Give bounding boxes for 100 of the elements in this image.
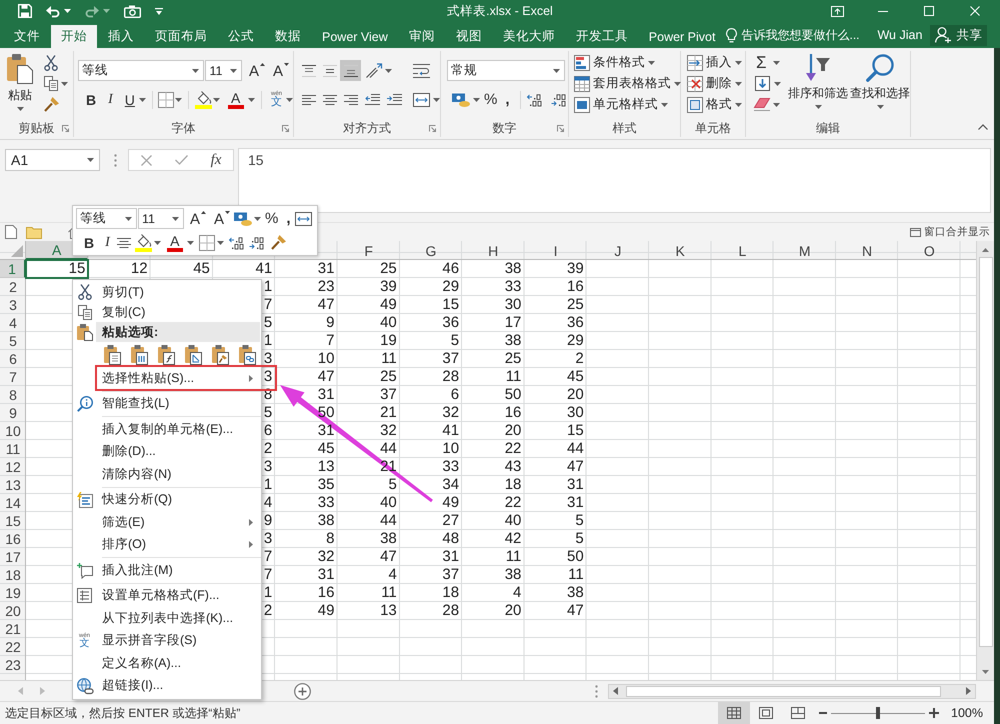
up-arrow-box-icon[interactable]: [830, 6, 844, 16]
format-button[interactable]: 格式: [687, 94, 745, 115]
row-header[interactable]: 23: [0, 656, 26, 674]
document-icon[interactable]: [5, 225, 17, 239]
column-header[interactable]: H: [462, 241, 524, 260]
caret-icon[interactable]: [87, 158, 94, 162]
decrease-decimal-icon[interactable]: [550, 94, 567, 106]
bold-button[interactable]: B: [82, 90, 100, 110]
caret-icon[interactable]: [103, 9, 110, 13]
borders-icon[interactable]: [158, 92, 174, 108]
row-header[interactable]: 2: [0, 278, 26, 296]
number-format-dropdown[interactable]: 常规: [447, 60, 565, 81]
filled-box-icon[interactable]: [574, 96, 590, 112]
caret-icon[interactable]: [735, 60, 742, 64]
ribbon-tab[interactable]: Power Pivot: [638, 25, 726, 48]
camera-icon[interactable]: [124, 4, 141, 18]
caret-icon[interactable]: [230, 68, 237, 72]
close-icon[interactable]: [970, 6, 980, 16]
row-header[interactable]: 6: [0, 350, 26, 368]
left-triangle-icon[interactable]: [613, 687, 618, 695]
row-header[interactable]: 14: [0, 494, 26, 512]
corner-arrow-icon[interactable]: [557, 124, 564, 132]
right-triangle-icon[interactable]: [966, 687, 971, 695]
insert-button[interactable]: 插入: [687, 52, 745, 73]
minimize-icon[interactable]: [878, 10, 888, 12]
column-header[interactable]: O: [898, 241, 960, 260]
shrink-font-button[interactable]: A: [210, 208, 234, 228]
caret-icon[interactable]: [16, 107, 24, 111]
plus-icon[interactable]: [929, 708, 940, 718]
zoom-slider-thumb[interactable]: [876, 707, 880, 719]
menu-item[interactable]: 插入批注(M): [73, 559, 261, 582]
caret-icon[interactable]: [192, 68, 200, 72]
insert-function-button[interactable]: fx: [210, 152, 222, 168]
bar-caret-icon[interactable]: [155, 8, 163, 14]
maximize-icon[interactable]: [924, 6, 934, 16]
plus-circle-icon[interactable]: [294, 682, 311, 700]
row-header[interactable]: 11: [0, 440, 26, 458]
row-header[interactable]: 8: [0, 386, 26, 404]
caret-icon[interactable]: [876, 105, 884, 109]
caret-icon[interactable]: [64, 9, 71, 13]
merge-windows-button[interactable]: 窗口合并显示: [910, 225, 990, 239]
copy-icon[interactable]: [44, 76, 58, 91]
column-header[interactable]: M: [774, 241, 836, 260]
paint-bucket-icon[interactable]: [134, 234, 152, 252]
clipboard-link-icon[interactable]: [239, 344, 256, 364]
ribbon-tab[interactable]: 插入: [98, 25, 144, 48]
caret-icon[interactable]: [138, 98, 146, 102]
row-header[interactable]: 7: [0, 368, 26, 386]
caret-icon[interactable]: [248, 98, 255, 102]
font-name-dropdown[interactable]: 等线: [78, 60, 204, 81]
paint-bucket-icon[interactable]: [194, 90, 212, 108]
diagonal-arrow-icon[interactable]: [366, 63, 382, 78]
menu-item[interactable]: 删除(D)...: [73, 440, 261, 463]
caret-icon[interactable]: [61, 82, 68, 86]
grip-dots-icon[interactable]: [595, 684, 598, 698]
font-color-button[interactable]: A: [162, 232, 187, 252]
menu-item[interactable]: 超链接(I)...: [73, 674, 261, 697]
sort-filter-button[interactable]: 排序和筛选: [788, 51, 848, 119]
percent-button[interactable]: %: [480, 90, 502, 110]
align-center-icon[interactable]: [322, 94, 336, 104]
paintbrush-icon[interactable]: [270, 235, 286, 250]
caret-icon[interactable]: [648, 60, 655, 64]
normal-view-button[interactable]: [718, 702, 750, 724]
conditional-format-button[interactable]: 条件格式: [574, 52, 680, 73]
row-header[interactable]: 21: [0, 620, 26, 638]
caret-icon[interactable]: [385, 68, 392, 72]
table-icon[interactable]: [574, 76, 590, 92]
down-triangle-icon[interactable]: [982, 670, 989, 674]
row-header[interactable]: 1: [0, 260, 26, 278]
align-bottom-icon[interactable]: [344, 64, 358, 76]
row-header[interactable]: 4: [0, 314, 26, 332]
scrollbar-thumb[interactable]: [626, 686, 941, 696]
horizontal-scrollbar[interactable]: [608, 684, 976, 698]
row-header[interactable]: 18: [0, 566, 26, 584]
increase-decimal-icon[interactable]: [526, 94, 543, 106]
scissors-icon[interactable]: [78, 284, 92, 300]
tell-me-field[interactable]: 告诉我您想要做什么...: [741, 28, 864, 42]
font-size-dropdown[interactable]: 11: [205, 60, 242, 81]
align-middle-icon[interactable]: [322, 64, 336, 76]
money-icon[interactable]: [234, 212, 252, 226]
ribbon-tab[interactable]: 美化大师: [492, 25, 565, 48]
decrease-decimal-icon[interactable]: [248, 236, 265, 248]
user-name[interactable]: Wu Jian: [877, 28, 922, 42]
ribbon-tab[interactable]: 开始: [51, 25, 97, 48]
delete-button[interactable]: 删除: [687, 73, 745, 94]
font-size-dropdown[interactable]: 11: [138, 208, 184, 229]
caret-icon[interactable]: [772, 60, 780, 64]
paste-button[interactable]: 粘贴: [3, 51, 37, 119]
corner-arrow-icon[interactable]: [429, 124, 436, 132]
ribbon-tab[interactable]: 文件: [4, 25, 50, 48]
grip-dots-icon[interactable]: [114, 154, 117, 167]
menu-item[interactable]: 定义名称(A)...: [73, 652, 261, 674]
money-icon[interactable]: [452, 92, 470, 106]
share-button[interactable]: 共享: [930, 24, 988, 46]
bar-grid-icon[interactable]: [574, 54, 590, 70]
ribbon-tab[interactable]: 视图: [446, 25, 492, 48]
align-right-icon[interactable]: [344, 94, 358, 104]
row-header[interactable]: 20: [0, 602, 26, 620]
caret-icon[interactable]: [773, 102, 780, 106]
chevron-up-icon[interactable]: [978, 124, 988, 130]
